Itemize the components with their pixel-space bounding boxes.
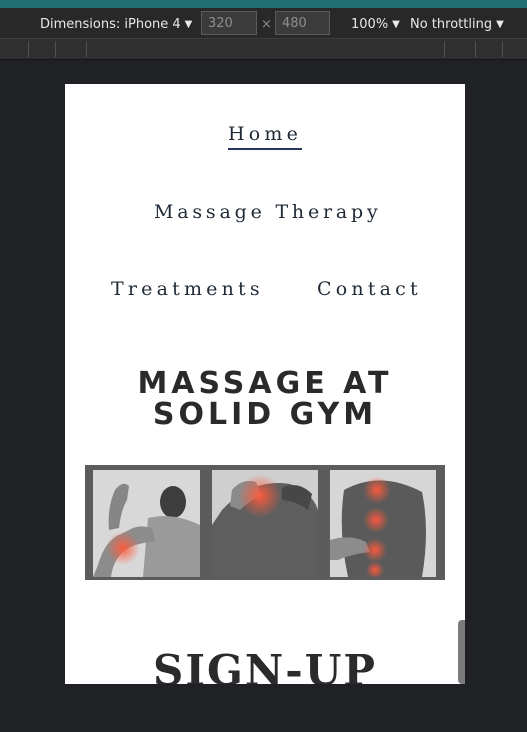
arm-pain-photo [93, 470, 200, 577]
page-title: MASSAGE AT SOLID GYM [65, 368, 465, 430]
signup-heading: SIGN-UP [153, 646, 377, 684]
nav-link-treatments[interactable]: Treatments [111, 278, 264, 300]
dimensions-dropdown[interactable]: Dimensions: iPhone 4 ▼ [40, 8, 192, 38]
media-query-tick [55, 41, 56, 57]
device-toolbar: Dimensions: iPhone 4▼ × 100%▼ No throttl… [0, 8, 527, 38]
nav-link-home[interactable]: Home [228, 123, 302, 145]
media-query-tick [28, 41, 29, 57]
throttling-label: No throttling [410, 17, 493, 32]
media-query-tick [502, 41, 503, 57]
page-title-line-1: MASSAGE AT [137, 366, 393, 401]
massage-image-collage [85, 465, 445, 580]
media-query-tick [475, 41, 476, 57]
back-pain-photo [330, 470, 436, 577]
chevron-down-icon: ▼ [392, 19, 400, 30]
device-width-input[interactable] [201, 11, 257, 35]
device-screen: Home Massage Therapy Treatments Contact … [65, 84, 465, 684]
active-nav-underline [228, 148, 302, 150]
nav-link-massage-therapy[interactable]: Massage Therapy [154, 201, 382, 223]
shoulder-pain-photo [212, 470, 318, 577]
dimension-separator: × [261, 17, 272, 32]
chevron-down-icon: ▼ [496, 19, 504, 30]
devtools-accent-bar [0, 0, 527, 8]
page-title-line-2: SOLID GYM [152, 397, 378, 432]
zoom-dropdown[interactable]: 100% ▼ [351, 8, 400, 38]
throttling-dropdown[interactable]: No throttling ▼ [410, 8, 504, 38]
media-query-tick [86, 41, 87, 57]
zoom-label: 100% [351, 17, 389, 32]
nav-link-contact[interactable]: Contact [317, 278, 422, 300]
dimensions-label: Dimensions: iPhone 4 [40, 17, 181, 32]
chevron-down-icon: ▼ [184, 19, 193, 30]
media-query-tick [444, 41, 445, 57]
media-query-bar[interactable] [0, 38, 527, 60]
device-height-input[interactable] [275, 11, 330, 35]
scrollbar-thumb[interactable] [458, 620, 465, 684]
